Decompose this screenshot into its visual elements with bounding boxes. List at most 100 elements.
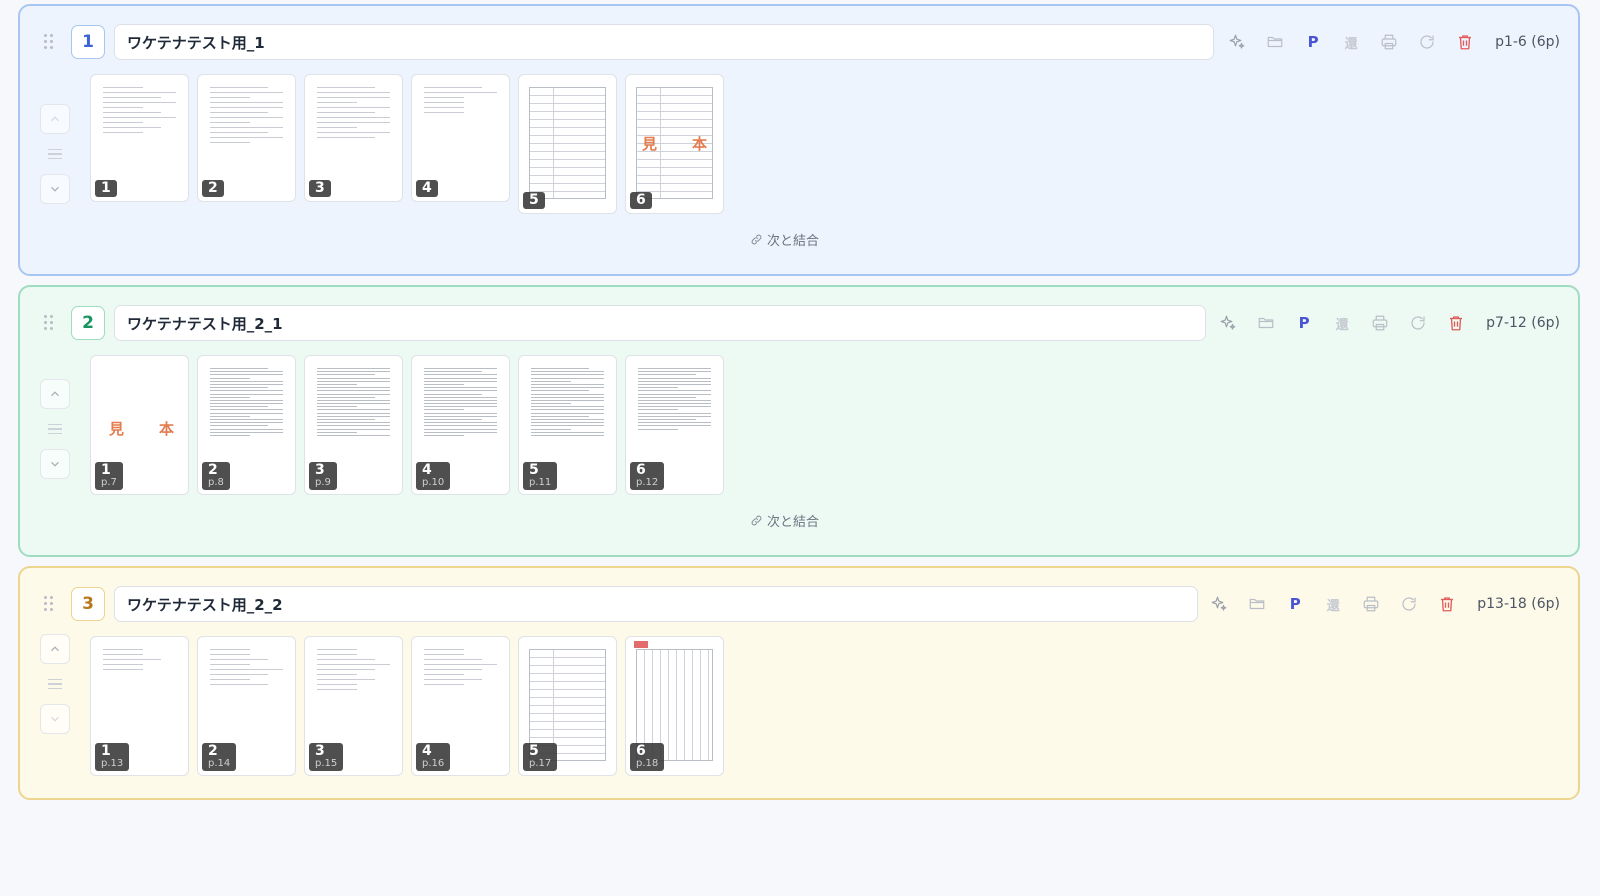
folder-button[interactable] (1245, 592, 1269, 616)
kanji-button[interactable]: 還 (1330, 311, 1354, 335)
page-number: 2 (208, 180, 218, 196)
chevron-down-icon (51, 716, 59, 722)
move-down-button[interactable] (40, 449, 70, 479)
group-number-badge: 3 (71, 587, 105, 621)
print-button[interactable] (1377, 30, 1401, 54)
group-name-input[interactable] (114, 305, 1206, 341)
page-ref: p.17 (529, 758, 552, 769)
page-number: 2 (208, 462, 218, 478)
page-thumbnail[interactable]: 2 p.14 (197, 636, 296, 776)
folder-icon (1258, 317, 1274, 329)
red-seal-mark (634, 641, 648, 648)
print-button[interactable] (1368, 311, 1392, 335)
page-thumbnails: 見 本 1 p.7 2 p.8 3 p.9 4 p.10 5 p.11 6 p.12 (90, 355, 724, 495)
delete-button[interactable] (1453, 30, 1477, 54)
page-ref: p.8 (208, 477, 224, 488)
page-thumbnail[interactable]: 2 (197, 74, 296, 202)
page-number: 3 (315, 462, 325, 478)
refresh-icon (1420, 35, 1434, 49)
move-up-button[interactable] (40, 634, 70, 664)
page-thumbnail[interactable]: 3 p.9 (304, 355, 403, 495)
document-group-2: 2 P 還 p7-12 (6p) 見 本 1p.7 (18, 285, 1580, 557)
page-number: 5 (529, 462, 539, 478)
drag-handle-icon[interactable] (44, 315, 54, 331)
page-thumbnail[interactable]: 3 p.15 (304, 636, 403, 776)
page-thumbnail[interactable]: 1 (90, 74, 189, 202)
page-number: 3 (315, 743, 325, 759)
page-thumbnail[interactable]: 5 p.17 (518, 636, 617, 776)
page-thumbnail[interactable]: 2 p.8 (197, 355, 296, 495)
group-toolbar: P 還 p13-18 (6p) (1207, 588, 1560, 620)
move-down-button[interactable] (40, 704, 70, 734)
sparkle-icon (1220, 315, 1236, 330)
folder-button[interactable] (1254, 311, 1278, 335)
refresh-button[interactable] (1415, 30, 1439, 54)
page-ref: p.13 (101, 758, 124, 769)
link-icon (751, 515, 762, 526)
refresh-button[interactable] (1406, 311, 1430, 335)
chevron-down-icon (51, 186, 59, 192)
page-number: 4 (422, 462, 432, 478)
page-thumbnail[interactable]: 見 本 1 p.7 (90, 355, 189, 495)
page-thumbnails: 1 p.13 2 p.14 3 p.15 4 p.16 5 p.17 6 p.18 (90, 636, 724, 776)
kanji-button[interactable]: 還 (1321, 592, 1345, 616)
drag-handle-icon[interactable] (44, 34, 54, 50)
page-range-label: p13-18 (6p) (1477, 596, 1560, 612)
group-toolbar: P 還 p1-6 (6p) (1225, 26, 1560, 58)
join-with-next-button[interactable]: 次と結合 (750, 230, 819, 249)
print-icon (1372, 315, 1388, 331)
print-button[interactable] (1359, 592, 1383, 616)
p-button[interactable]: P (1283, 592, 1307, 616)
delete-button[interactable] (1444, 311, 1468, 335)
reorder-lines-icon (40, 664, 70, 704)
folder-icon (1267, 36, 1283, 48)
page-number: 5 (529, 743, 539, 759)
page-thumbnail[interactable]: 4 (411, 74, 510, 202)
document-group-1: 1 P 還 p1-6 (6p) 1 2 (18, 4, 1580, 276)
sparkle-icon (1211, 596, 1227, 611)
join-with-next-button[interactable]: 次と結合 (750, 511, 819, 530)
group-name-input[interactable] (114, 24, 1214, 60)
trash-icon (1441, 597, 1454, 612)
move-down-button[interactable] (40, 174, 70, 204)
page-ref: p.16 (422, 758, 445, 769)
page-thumbnail[interactable]: 4 p.10 (411, 355, 510, 495)
page-number: 1 (101, 180, 111, 196)
ai-split-button[interactable] (1216, 311, 1240, 335)
page-thumbnail[interactable]: 4 p.16 (411, 636, 510, 776)
group-move-controls (40, 634, 70, 734)
page-thumbnail[interactable]: 見 本 6 (625, 74, 724, 214)
drag-handle-icon[interactable] (44, 596, 54, 612)
ai-split-button[interactable] (1207, 592, 1231, 616)
group-toolbar: P 還 p7-12 (6p) (1216, 307, 1560, 339)
trash-icon (1459, 35, 1472, 50)
page-thumbnail[interactable]: 3 (304, 74, 403, 202)
sample-stamp-text: 本 (692, 135, 708, 153)
page-thumbnail[interactable]: 6 p.18 (625, 636, 724, 776)
move-up-button[interactable] (40, 104, 70, 134)
link-icon (751, 234, 762, 245)
refresh-button[interactable] (1397, 592, 1421, 616)
page-number: 5 (529, 192, 539, 208)
group-name-input[interactable] (114, 586, 1198, 622)
p-button[interactable]: P (1301, 30, 1325, 54)
page-thumbnail[interactable]: 6 p.12 (625, 355, 724, 495)
ai-split-button[interactable] (1225, 30, 1249, 54)
move-up-button[interactable] (40, 379, 70, 409)
page-number: 1 (101, 743, 111, 759)
page-thumbnail[interactable]: 1 p.13 (90, 636, 189, 776)
page-number: 4 (422, 743, 432, 759)
group-number-badge: 2 (71, 306, 105, 340)
kanji-button[interactable]: 還 (1339, 30, 1363, 54)
refresh-icon (1411, 316, 1425, 330)
delete-button[interactable] (1435, 592, 1459, 616)
join-with-next-label: 次と結合 (767, 515, 820, 530)
folder-button[interactable] (1263, 30, 1287, 54)
group-move-controls (40, 104, 70, 204)
page-number: 6 (636, 192, 646, 208)
sample-stamp-text: 見 (642, 135, 658, 153)
page-thumbnail[interactable]: 5 (518, 74, 617, 214)
page-thumbnail[interactable]: 5 p.11 (518, 355, 617, 495)
p-button[interactable]: P (1292, 311, 1316, 335)
page-thumbnails: 1 2 3 4 5 見 本 6 (90, 74, 724, 214)
